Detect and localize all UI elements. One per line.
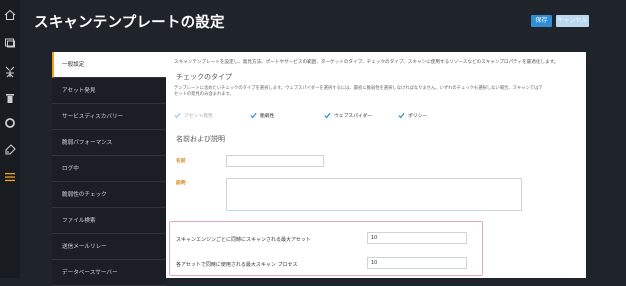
check-icon	[398, 112, 405, 118]
icon-rail	[0, 0, 20, 278]
scan-icon[interactable]	[3, 65, 17, 79]
sidebar-item-asset-discovery[interactable]: アセット発見	[52, 78, 166, 104]
checkbox-vulnerabilities[interactable]: 脆弱性	[250, 111, 274, 119]
check-type-help-line-2: セットの発見のみ含まれます。	[174, 92, 234, 97]
check-icon	[174, 112, 181, 118]
checkbox-web-spider[interactable]: ウェブスパイダー	[324, 111, 372, 119]
max-processes-label: 各アセットで同時に使用される最大スキャン プロセス	[176, 262, 298, 268]
sidebar-item-label: ファイル検索	[62, 218, 96, 224]
sidebar-item-performance[interactable]: 脆弱パフォーマンス	[52, 130, 166, 156]
sidebar-item-label: 脆弱性のチェック	[62, 192, 107, 198]
checkbox-label: アセット発見	[184, 113, 213, 119]
page-title: スキャンテンプレートの設定	[34, 15, 225, 31]
check-type-heading: チェックのタイプ	[176, 73, 232, 81]
checkbox-asset-discovery[interactable]: アセット発見	[174, 111, 213, 119]
trash-icon[interactable]	[3, 91, 17, 105]
tag-icon[interactable]	[3, 143, 17, 157]
sidebar-item-label: ログ中	[62, 166, 79, 172]
sidebar-item-label: アセット発見	[62, 88, 96, 94]
checkbox-label: 脆弱性	[260, 113, 275, 119]
name-description-heading: 名前および説明	[176, 135, 225, 143]
sidebar-item-file-search[interactable]: ファイル検索	[52, 208, 166, 234]
sidebar-item-label: サービスディスカバリー	[62, 114, 124, 120]
check-icon	[250, 112, 257, 118]
sidebar-item-label: 送信メールリレー	[62, 244, 107, 250]
checkbox-policies[interactable]: ポリシー	[398, 111, 427, 119]
cancel-button[interactable]: キャンセル	[556, 15, 589, 27]
save-button[interactable]: 保存	[531, 15, 552, 27]
sidebar-item-database-servers[interactable]: データベースサーバー	[52, 260, 166, 286]
sidebar-item-vuln-checks[interactable]: 脆弱性のチェック	[52, 182, 166, 208]
settings-sidebar: 一般設定 アセット発見 サービスディスカバリー 脆弱パフォーマンス ログ中 脆弱…	[52, 52, 166, 286]
sidebar-item-service-discovery[interactable]: サービスディスカバリー	[52, 104, 166, 130]
checkbox-label: ポリシー	[408, 113, 428, 119]
sidebar-item-label: 脆弱パフォーマンス	[62, 140, 113, 146]
sidebar-item-general[interactable]: 一般設定	[52, 52, 166, 78]
max-processes-input[interactable]: 10	[367, 257, 467, 269]
circle-icon[interactable]	[3, 116, 17, 130]
sidebar-item-mail-relay[interactable]: 送信メールリレー	[52, 234, 166, 260]
check-icon	[324, 112, 331, 118]
max-assets-label: スキャンエンジンごとに同時にスキャンされる最大アセット	[176, 237, 311, 243]
description-label: 説明	[176, 181, 186, 186]
template-description: スキャンテンプレートを設定し、発見方法、ポートやサービスの範囲、ターゲットのタイ…	[174, 60, 559, 65]
checkbox-label: ウェブスパイダー	[334, 113, 373, 119]
sidebar-item-logging[interactable]: ログ中	[52, 156, 166, 182]
name-input[interactable]	[226, 155, 324, 167]
layers-icon[interactable]	[3, 36, 17, 50]
name-label: 名前	[176, 159, 186, 164]
home-icon[interactable]	[3, 8, 17, 22]
max-assets-input[interactable]: 10	[367, 232, 467, 244]
list-icon[interactable]	[3, 170, 17, 184]
description-textarea[interactable]	[226, 178, 522, 211]
sidebar-item-label: データベースサーバー	[62, 270, 118, 276]
sidebar-item-label: 一般設定	[62, 62, 85, 68]
